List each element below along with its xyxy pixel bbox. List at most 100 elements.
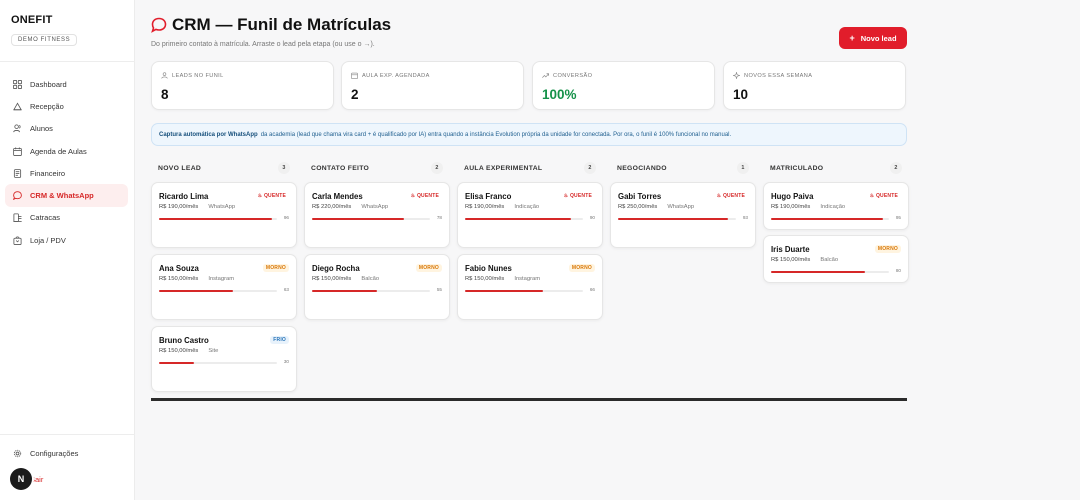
chat-icon — [13, 191, 22, 201]
sidebar-item-label: Alunos — [30, 124, 53, 134]
column-count: 2 — [584, 162, 596, 174]
lead-price: R$ 150,00/mês — [465, 276, 505, 282]
score-bar — [618, 218, 736, 220]
lead-price: R$ 150,00/mês — [312, 276, 352, 282]
logout-link[interactable]: Sair — [30, 475, 43, 484]
column-count: 1 — [737, 162, 749, 174]
score-value: 95 — [895, 215, 901, 220]
horizontal-scrollbar[interactable] — [151, 398, 907, 401]
receipt-icon — [13, 169, 22, 178]
stat-label: LEADS NO FUNIL — [172, 72, 224, 79]
lead-card[interactable]: Elisa Franco ♨ QUENTE R$ 190,00/mês Indic… — [457, 182, 603, 248]
sidebar-divider — [0, 61, 135, 62]
sidebar-item-agenda[interactable]: Agenda de Aulas — [5, 140, 128, 162]
info-banner: Captura automática por WhatsApp da acade… — [151, 123, 907, 146]
lead-name: Gabi Torres — [618, 192, 662, 201]
stat-value: 100% — [542, 87, 577, 102]
score-bar — [465, 218, 583, 220]
temperature-badge: ♨ QUENTE — [713, 192, 748, 200]
column-count: 2 — [890, 162, 902, 174]
temperature-badge: ♨ QUENTE — [560, 192, 595, 200]
chat-icon — [151, 17, 167, 33]
lead-card[interactable]: Gabi Torres ♨ QUENTE R$ 250,00/mês WhatsA… — [610, 182, 756, 248]
lead-name: Carla Mendes — [312, 192, 363, 201]
plus-icon: + — [849, 33, 855, 43]
score-bar — [312, 290, 430, 292]
score-value: 66 — [589, 287, 595, 292]
sidebar-item-label: Catracas — [30, 213, 61, 223]
temperature-badge: ♨ QUENTE — [254, 192, 289, 200]
sidebar-item-configuracoes[interactable]: Configurações — [13, 449, 78, 458]
temperature-badge: FRIO — [270, 336, 289, 344]
kanban-column-novo-lead: NOVO LEAD 3 Ricardo Lima ♨ QUENTE R$ 190,… — [151, 160, 297, 392]
sidebar-item-recepcao[interactable]: Recepção — [5, 95, 128, 117]
sidebar-item-dashboard[interactable]: Dashboard — [5, 73, 128, 95]
temperature-badge: MORNO — [568, 264, 595, 272]
sidebar-item-label: Financeiro — [30, 168, 66, 178]
turnstile-icon — [13, 213, 22, 223]
trend-up-icon — [542, 73, 549, 78]
lead-card[interactable]: Hugo Paiva ♨ QUENTE R$ 190,00/mês Indicaç… — [763, 182, 909, 230]
sidebar-item-label: Configurações — [30, 449, 79, 458]
lead-price: R$ 190,00/mês — [159, 204, 199, 210]
lead-price: R$ 150,00/mês — [159, 348, 199, 354]
lead-card[interactable]: Iris Duarte MORNO R$ 150,00/mês Balcão 80 — [763, 235, 909, 283]
sidebar-item-financeiro[interactable]: Financeiro — [5, 162, 128, 184]
users-icon — [161, 72, 168, 79]
avatar[interactable]: N — [10, 468, 32, 490]
lead-source: Instagram — [208, 276, 235, 282]
banner-bold: Captura automática por WhatsApp — [159, 131, 258, 138]
bell-icon — [13, 102, 22, 111]
score-value: 55 — [436, 287, 442, 292]
lead-card[interactable]: Carla Mendes ♨ QUENTE R$ 220,00/mês Whats… — [304, 182, 450, 248]
score-bar — [771, 218, 889, 220]
new-lead-label: Novo lead — [860, 33, 897, 43]
lead-name: Ana Souza — [159, 264, 199, 273]
lead-price: R$ 150,00/mês — [159, 276, 199, 282]
tenant-badge: DEMO FITNESS — [11, 34, 78, 46]
lead-card[interactable]: Ana Souza MORNO R$ 150,00/mês Instagram 6… — [151, 254, 297, 320]
lead-name: Diego Rocha — [312, 264, 360, 273]
lead-name: Hugo Paiva — [771, 192, 814, 201]
score-bar — [159, 218, 277, 220]
lead-source: Balcão — [820, 257, 839, 263]
sidebar-item-catracas[interactable]: Catracas — [5, 207, 128, 229]
score-bar — [159, 362, 277, 364]
sidebar-item-label: Recepção — [30, 101, 64, 111]
stat-card-aula: AULA EXP. AGENDADA 2 — [341, 61, 524, 110]
lead-price: R$ 190,00/mês — [771, 204, 811, 210]
lead-source: Site — [208, 348, 219, 354]
score-bar — [312, 218, 430, 220]
lead-source: WhatsApp — [208, 204, 236, 210]
stat-card-conversao: CONVERSÃO 100% — [532, 61, 715, 110]
lead-card[interactable]: Bruno Castro FRIO R$ 150,00/mês Site 30 — [151, 326, 297, 392]
score-value: 93 — [742, 215, 748, 220]
lead-card[interactable]: Fabio Nunes MORNO R$ 150,00/mês Instagram… — [457, 254, 603, 320]
temperature-badge: MORNO — [874, 245, 901, 253]
sidebar-item-loja[interactable]: Loja / PDV — [5, 229, 128, 251]
sidebar-item-label: Loja / PDV — [30, 235, 66, 245]
column-title: NEGOCIANDO — [617, 164, 667, 172]
gear-icon — [13, 449, 22, 458]
page-title-text: CRM — Funil de Matrículas — [172, 15, 392, 34]
stat-label: CONVERSÃO — [553, 72, 593, 79]
column-title: NOVO LEAD — [158, 164, 202, 172]
lead-source: Indicação — [514, 204, 540, 210]
column-title: MATRICULADO — [770, 164, 824, 172]
stat-value: 8 — [161, 87, 169, 102]
sidebar-item-label: Dashboard — [30, 79, 67, 89]
lead-card[interactable]: Ricardo Lima ♨ QUENTE R$ 190,00/mês Whats… — [151, 182, 297, 248]
temperature-badge: ♨ QUENTE — [407, 192, 442, 200]
sidebar-item-alunos[interactable]: Alunos — [5, 118, 128, 140]
new-lead-button[interactable]: + Novo lead — [839, 27, 907, 49]
column-title: AULA EXPERIMENTAL — [464, 164, 543, 172]
stat-card-leads: LEADS NO FUNIL 8 — [151, 61, 334, 110]
score-bar — [465, 290, 583, 292]
stat-label: AULA EXP. AGENDADA — [362, 72, 430, 79]
sidebar-item-crm[interactable]: CRM & WhatsApp — [5, 184, 128, 207]
lead-card[interactable]: Diego Rocha MORNO R$ 150,00/mês Balcão 55 — [304, 254, 450, 320]
stat-label: NOVOS ESSA SEMANA — [744, 72, 813, 79]
sidebar-item-label: Agenda de Aulas — [30, 146, 87, 156]
score-value: 63 — [283, 287, 289, 292]
bag-icon — [13, 236, 22, 245]
